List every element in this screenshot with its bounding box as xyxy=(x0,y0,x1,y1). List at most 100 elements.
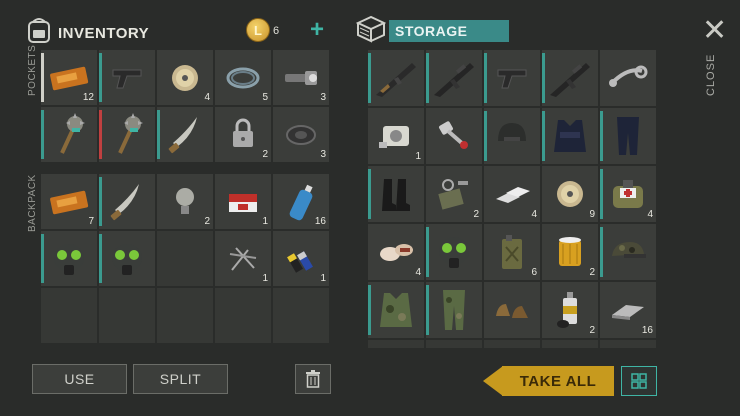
item-count: 1 xyxy=(415,151,421,162)
storage-grid: 1 2 4 9 4 4 6 2 2 16 xyxy=(368,50,658,348)
durability-bar xyxy=(368,169,371,219)
item-count: 5 xyxy=(262,92,268,103)
storage-slot[interactable] xyxy=(426,224,482,280)
storage-slot[interactable]: 9 xyxy=(542,166,598,222)
storage-slot[interactable] xyxy=(426,108,482,164)
backpack-slot[interactable]: 1 xyxy=(215,174,271,229)
backpack-grid: 7 2 1 16 1 1 xyxy=(41,174,329,343)
item-count: 1 xyxy=(320,273,326,284)
storage-slot[interactable]: 2 xyxy=(542,224,598,280)
durability-bar xyxy=(368,53,371,103)
item-count: 6 xyxy=(531,267,537,278)
item-count: 4 xyxy=(415,267,421,278)
backpack-slot[interactable] xyxy=(99,174,155,229)
storage-slot[interactable]: 2 xyxy=(542,282,598,338)
storage-slot[interactable] xyxy=(368,340,424,348)
item-count: 2 xyxy=(262,149,268,160)
backpack-slot[interactable] xyxy=(157,288,213,343)
storage-slot[interactable]: 16 xyxy=(600,282,656,338)
item-count: 9 xyxy=(589,209,595,220)
backpack-slot[interactable] xyxy=(41,231,97,286)
storage-slot[interactable] xyxy=(484,108,540,164)
storage-slot[interactable] xyxy=(368,166,424,222)
durability-bar xyxy=(99,177,102,226)
close-label[interactable]: CLOSE xyxy=(705,54,717,96)
pocket-slot[interactable]: 5 xyxy=(215,50,271,105)
item-count: 16 xyxy=(314,216,326,227)
storage-slot[interactable] xyxy=(426,340,482,348)
storage-slot[interactable] xyxy=(542,108,598,164)
backpack-slot[interactable] xyxy=(99,231,155,286)
pocket-slot[interactable] xyxy=(99,107,155,162)
pocket-slot[interactable]: 2 xyxy=(215,107,271,162)
item-count: 2 xyxy=(589,267,595,278)
item-count: 4 xyxy=(531,209,537,220)
pockets-label: POCKETS xyxy=(27,44,38,96)
pocket-slot[interactable]: 4 xyxy=(157,50,213,105)
pocket-slot[interactable]: 12 xyxy=(41,50,97,105)
backpack-slot[interactable]: 7 xyxy=(41,174,97,229)
backpack-label: BACKPACK xyxy=(27,174,38,232)
storage-slot[interactable] xyxy=(600,340,656,348)
item-count: 2 xyxy=(473,209,479,220)
backpack-slot[interactable]: 16 xyxy=(273,174,329,229)
durability-bar xyxy=(542,53,545,103)
split-button[interactable]: SPLIT xyxy=(133,364,228,394)
storage-slot[interactable]: 2 xyxy=(426,166,482,222)
item-count: 1 xyxy=(262,273,268,284)
storage-scroll-area[interactable]: 1 2 4 9 4 4 6 2 2 16 xyxy=(368,50,658,348)
storage-slot[interactable]: 4 xyxy=(484,166,540,222)
pocket-slot[interactable]: 3 xyxy=(273,107,329,162)
storage-slot[interactable]: 4 xyxy=(368,224,424,280)
item-count: 16 xyxy=(641,325,653,336)
backpack-slot[interactable]: 1 xyxy=(215,231,271,286)
storage-slot[interactable]: 6 xyxy=(484,224,540,280)
backpack-slot[interactable] xyxy=(215,288,271,343)
grid-view-icon xyxy=(631,373,647,389)
item-count: 4 xyxy=(647,209,653,220)
pocket-slot[interactable] xyxy=(157,107,213,162)
storage-slot[interactable] xyxy=(600,50,656,106)
storage-slot[interactable] xyxy=(484,50,540,106)
add-coins-button[interactable]: + xyxy=(310,18,324,42)
durability-bar xyxy=(542,111,545,161)
inventory-title: INVENTORY xyxy=(58,25,150,42)
pocket-slot[interactable] xyxy=(99,50,155,105)
grid-view-button[interactable] xyxy=(621,366,657,396)
durability-bar xyxy=(99,53,102,102)
use-button[interactable]: USE xyxy=(32,364,127,394)
storage-slot[interactable] xyxy=(368,282,424,338)
coin-icon: L xyxy=(246,18,270,42)
trash-button[interactable] xyxy=(295,364,331,394)
durability-bar xyxy=(41,110,44,159)
backpack-slot[interactable]: 2 xyxy=(157,174,213,229)
item-count: 7 xyxy=(88,216,94,227)
item-count: 4 xyxy=(204,92,210,103)
storage-title: STORAGE xyxy=(389,20,509,42)
durability-bar xyxy=(157,110,160,159)
storage-slot[interactable] xyxy=(426,282,482,338)
storage-slot[interactable] xyxy=(542,50,598,106)
pocket-slot[interactable] xyxy=(41,107,97,162)
trash-icon xyxy=(306,370,320,388)
storage-slot[interactable]: 1 xyxy=(368,108,424,164)
storage-slot[interactable] xyxy=(426,50,482,106)
backpack-slot[interactable] xyxy=(273,288,329,343)
item-count: 3 xyxy=(320,149,326,160)
backpack-slot[interactable] xyxy=(99,288,155,343)
storage-slot[interactable] xyxy=(600,108,656,164)
storage-slot[interactable] xyxy=(484,282,540,338)
backpack-slot[interactable]: 1 xyxy=(273,231,329,286)
pocket-slot[interactable]: 3 xyxy=(273,50,329,105)
storage-slot[interactable]: 4 xyxy=(600,166,656,222)
close-icon[interactable]: ✕ xyxy=(702,16,727,46)
storage-slot[interactable] xyxy=(484,340,540,348)
backpack-slot[interactable] xyxy=(157,231,213,286)
backpack-slot[interactable] xyxy=(41,288,97,343)
durability-bar xyxy=(426,227,429,277)
take-all-button[interactable]: TAKE ALL xyxy=(502,366,614,396)
storage-slot[interactable] xyxy=(542,340,598,348)
storage-slot[interactable] xyxy=(600,224,656,280)
storage-slot[interactable] xyxy=(368,50,424,106)
take-all-arrow xyxy=(483,366,503,401)
